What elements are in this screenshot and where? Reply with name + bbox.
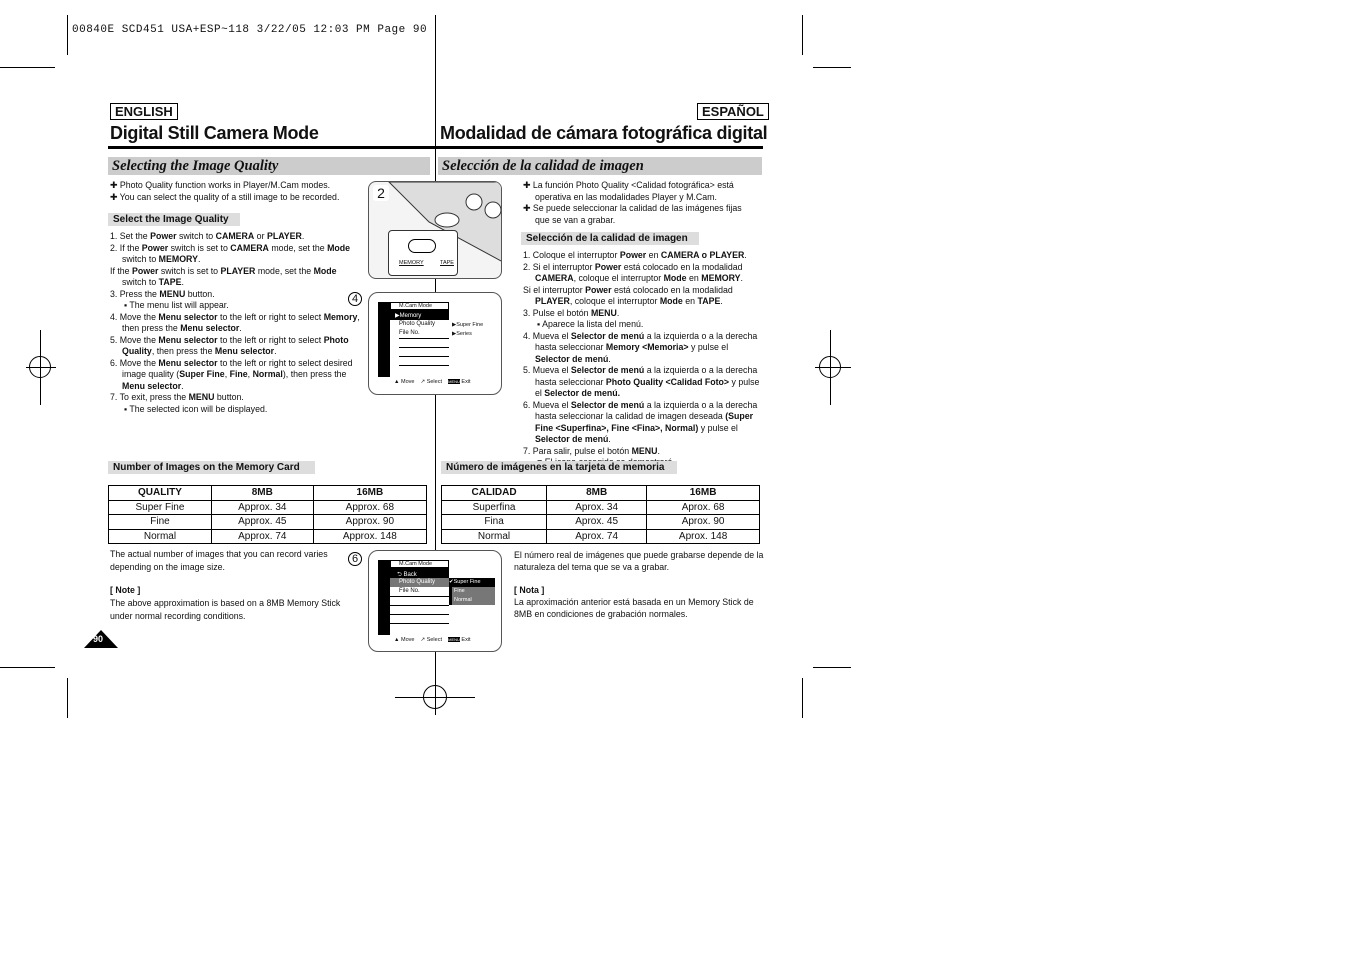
crop-mark [67, 15, 68, 55]
step-item: ▪ The selected icon will be displayed. [124, 403, 268, 414]
option-super-fine: ✔Super Fine [449, 579, 481, 585]
quality-options: ✔Super Fine Fine Normal [449, 578, 495, 605]
subheading-select-quality: Select the Image Quality [108, 213, 240, 226]
value-series: ▶Series [452, 331, 472, 337]
step-number-4: 4 [348, 292, 362, 306]
step-item: Si el interruptor Power está colocado en… [523, 284, 733, 307]
subheading-numero-imagenes: Número de imágenes en la tarjeta de memo… [441, 461, 677, 474]
registration-mark [29, 356, 51, 378]
table-row: Normal Approx. 74 Approx. 148 [108, 528, 428, 544]
step-item: 3. Press the MENU button. [110, 288, 215, 299]
english-footnote: The actual number of images that you can… [110, 549, 328, 572]
english-note: The above approximation is based on a 8M… [110, 598, 341, 621]
note-label: [ Note ] [110, 585, 141, 595]
step-item: 6. Move the Menu selector to the left or… [110, 357, 353, 391]
bullet: ✚ La función Photo Quality <Calidad foto… [523, 180, 734, 202]
menu-item-memory: ▶Memory [395, 313, 422, 319]
page-title-english: Digital Still Camera Mode [110, 123, 319, 143]
english-intro: ✚ Photo Quality function works in Player… [110, 180, 360, 203]
step-item: 3. Pulse el botón MENU. [523, 307, 620, 318]
step-item: 1. Set the Power switch to CAMERA or PLA… [110, 231, 305, 241]
step-item: 5. Move the Menu selector to the left or… [110, 334, 349, 357]
table-row: Normal Aprox. 74 Aprox. 148 [440, 528, 760, 544]
step-number-6: 6 [348, 552, 362, 566]
espanol-images-table: CALIDAD 8MB 16MB Superfina Aprox. 34 Aprox. … [440, 485, 760, 544]
crop-mark [0, 667, 55, 668]
option-normal: Normal [452, 596, 495, 605]
menu-screen-photo-quality: M.Cam Mode ⮌ Back Photo Quality File No.… [368, 550, 502, 652]
mode-switch-icon [408, 239, 436, 253]
title-rule [108, 146, 763, 149]
table-row: Fina Aprox. 45 Aprox. 90 [440, 514, 760, 530]
step-item: 4. Move the Menu selector to the left or… [110, 311, 360, 334]
step-item: 4. Mueva el Selector de menú a la izquie… [523, 330, 758, 364]
subheading-number-images: Number of Images on the Memory Card [108, 461, 315, 474]
section-heading-espanol: Selección de la calidad de imagen [438, 157, 762, 175]
option-fine: Fine [452, 587, 495, 596]
crop-mark [813, 67, 851, 68]
espanol-note: La aproximación anterior está basada en … [514, 597, 754, 619]
bullet: ✚ Se puede seleccionar la calidad de las… [523, 203, 742, 225]
step-item: 5. Mueva el Selector de menú a la izquie… [523, 365, 760, 398]
english-label: ENGLISH [110, 103, 178, 120]
crop-mark [0, 67, 55, 68]
registration-mark [423, 685, 447, 709]
crop-mark [802, 15, 803, 55]
print-header: 00840E SCD451 USA+ESP~118 3/22/05 12:03 … [72, 24, 428, 36]
table-row: Fine Approx. 45 Approx. 90 [108, 514, 428, 530]
step-item: 1. Coloque el interruptor Power en CAMER… [523, 250, 747, 260]
crop-mark [813, 667, 851, 668]
subheading-seleccion: Selección de la calidad de imagen [521, 232, 699, 245]
bullet: ✚ You can select the quality of a still … [110, 191, 340, 202]
mode-switch-callout: MEMORY TAPE [388, 230, 458, 276]
menu-footer: ▲ Move ↗ Select MENU Exit [394, 379, 471, 385]
table-row: Super Fine Approx. 34 Approx. 68 [108, 499, 428, 515]
espanol-intro: ✚ La función Photo Quality <Calidad foto… [523, 180, 748, 226]
registration-mark [819, 356, 841, 378]
step-item: ▪ Aparece la lista del menú. [537, 319, 644, 329]
menu-screen-memory: M.Cam Mode ▶Memory Photo Quality File No… [368, 292, 502, 395]
espanol-label: ESPAÑOL [697, 103, 769, 120]
step-item: If the Power switch is set to PLAYER mod… [110, 265, 337, 288]
step-item: 6. Mueva el Selector de menú a la izquie… [523, 399, 758, 445]
step-item: 7. Para salir, pulse el botón MENU. [523, 445, 660, 456]
menu-item-photo-quality: Photo Quality [399, 321, 436, 327]
step-item: 2. Si el interruptor Power está colocado… [523, 261, 743, 284]
english-steps: 1. Set the Power switch to CAMERA or PLA… [110, 231, 362, 415]
bullet: ✚ Photo Quality function works in Player… [110, 180, 331, 190]
step-number: 2 [373, 185, 389, 201]
nota-label: [ Nota ] [514, 585, 545, 595]
step-item: 7. To exit, press the MENU button. [110, 392, 244, 402]
menu-item-file-no: File No. [399, 329, 449, 339]
section-heading-english: Selecting the Image Quality [108, 157, 430, 175]
crop-mark [67, 678, 68, 718]
camera-mode-switch-figure: 2 MEMORY TAPE [368, 181, 502, 279]
step-item: 2. If the Power switch is set to CAMERA … [110, 242, 351, 265]
table-row: Superfina Aprox. 34 Aprox. 68 [440, 499, 760, 515]
page-number: 90 [93, 634, 104, 644]
page-title-espanol: Modalidad de cámara fotográfica digital [440, 123, 768, 143]
step-item: ▪ The menu list will appear. [124, 300, 229, 310]
menu-footer: ▲ Move ↗ Select MENU Exit [394, 637, 471, 643]
value-super-fine: ▶Super Fine [452, 322, 484, 328]
espanol-steps: 1. Coloque el interruptor Power en CAMER… [523, 250, 763, 469]
menu-item-photo-quality: Photo Quality [390, 578, 449, 587]
crop-mark [802, 678, 803, 718]
menu-item-file-no: File No. [390, 587, 449, 597]
espanol-footnote: El número real de imágenes que puede gra… [514, 550, 764, 572]
english-images-table: QUALITY 8MB 16MB Super Fine Approx. 34 Appro… [108, 485, 428, 544]
